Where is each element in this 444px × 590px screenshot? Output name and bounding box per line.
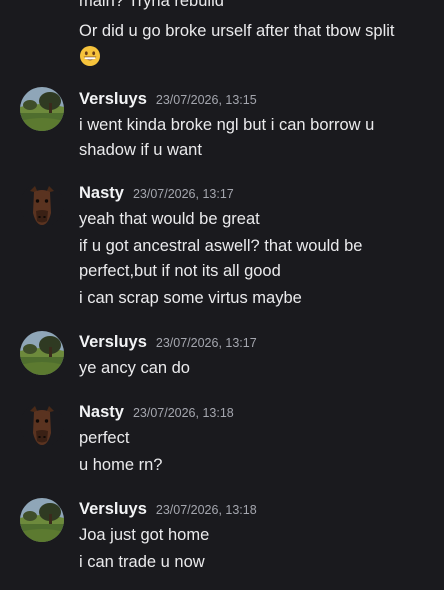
timestamp: 23/07/2026, 13:17 [155, 336, 257, 350]
message-line: perfect,but if not its all good [79, 262, 281, 280]
timestamp: 23/07/2026, 13:17 [132, 187, 234, 201]
timestamp: 23/07/2026, 13:15 [155, 93, 257, 107]
message-line: Joa just got home [79, 526, 210, 544]
author-name[interactable]: Versluys [79, 90, 147, 109]
message-line: i can trade u now [79, 553, 205, 571]
author-name[interactable]: Versluys [79, 500, 147, 519]
message-line: perfect [79, 429, 130, 447]
message-header: Versluys 23/07/2026, 13:17 [79, 333, 257, 355]
horse-head-avatar[interactable] [20, 183, 64, 227]
grinning-face-emoji-icon [79, 45, 101, 67]
message-header: Nasty 23/07/2026, 13:17 [79, 184, 234, 206]
author-name[interactable]: Nasty [79, 184, 124, 203]
landscape-avatar[interactable] [20, 331, 64, 375]
message-header: Versluys 23/07/2026, 13:18 [79, 500, 257, 522]
timestamp: 23/07/2026, 13:18 [132, 406, 234, 420]
message-line: yeah that would be great [79, 210, 260, 228]
timestamp: 23/07/2026, 13:18 [155, 503, 257, 517]
message-line: u home rn? [79, 456, 163, 474]
message-line: main? Tryna rebuild [79, 0, 224, 10]
landscape-avatar[interactable] [20, 498, 64, 542]
horse-head-avatar[interactable] [20, 403, 64, 447]
message-line: shadow if u want [79, 141, 202, 159]
author-name[interactable]: Versluys [79, 333, 147, 352]
author-name[interactable]: Nasty [79, 403, 124, 422]
message-header: Nasty 23/07/2026, 13:18 [79, 403, 234, 425]
landscape-avatar[interactable] [20, 87, 64, 131]
message-line: Or did u go broke urself after that tbow… [79, 22, 395, 40]
message-line: i went kinda broke ngl but i can borrow … [79, 116, 375, 134]
message-header: Versluys 23/07/2026, 13:15 [79, 90, 257, 112]
message-line: ye ancy can do [79, 359, 190, 377]
message-line: i can scrap some virtus maybe [79, 289, 302, 307]
message-line: if u got ancestral aswell? that would be [79, 237, 363, 255]
